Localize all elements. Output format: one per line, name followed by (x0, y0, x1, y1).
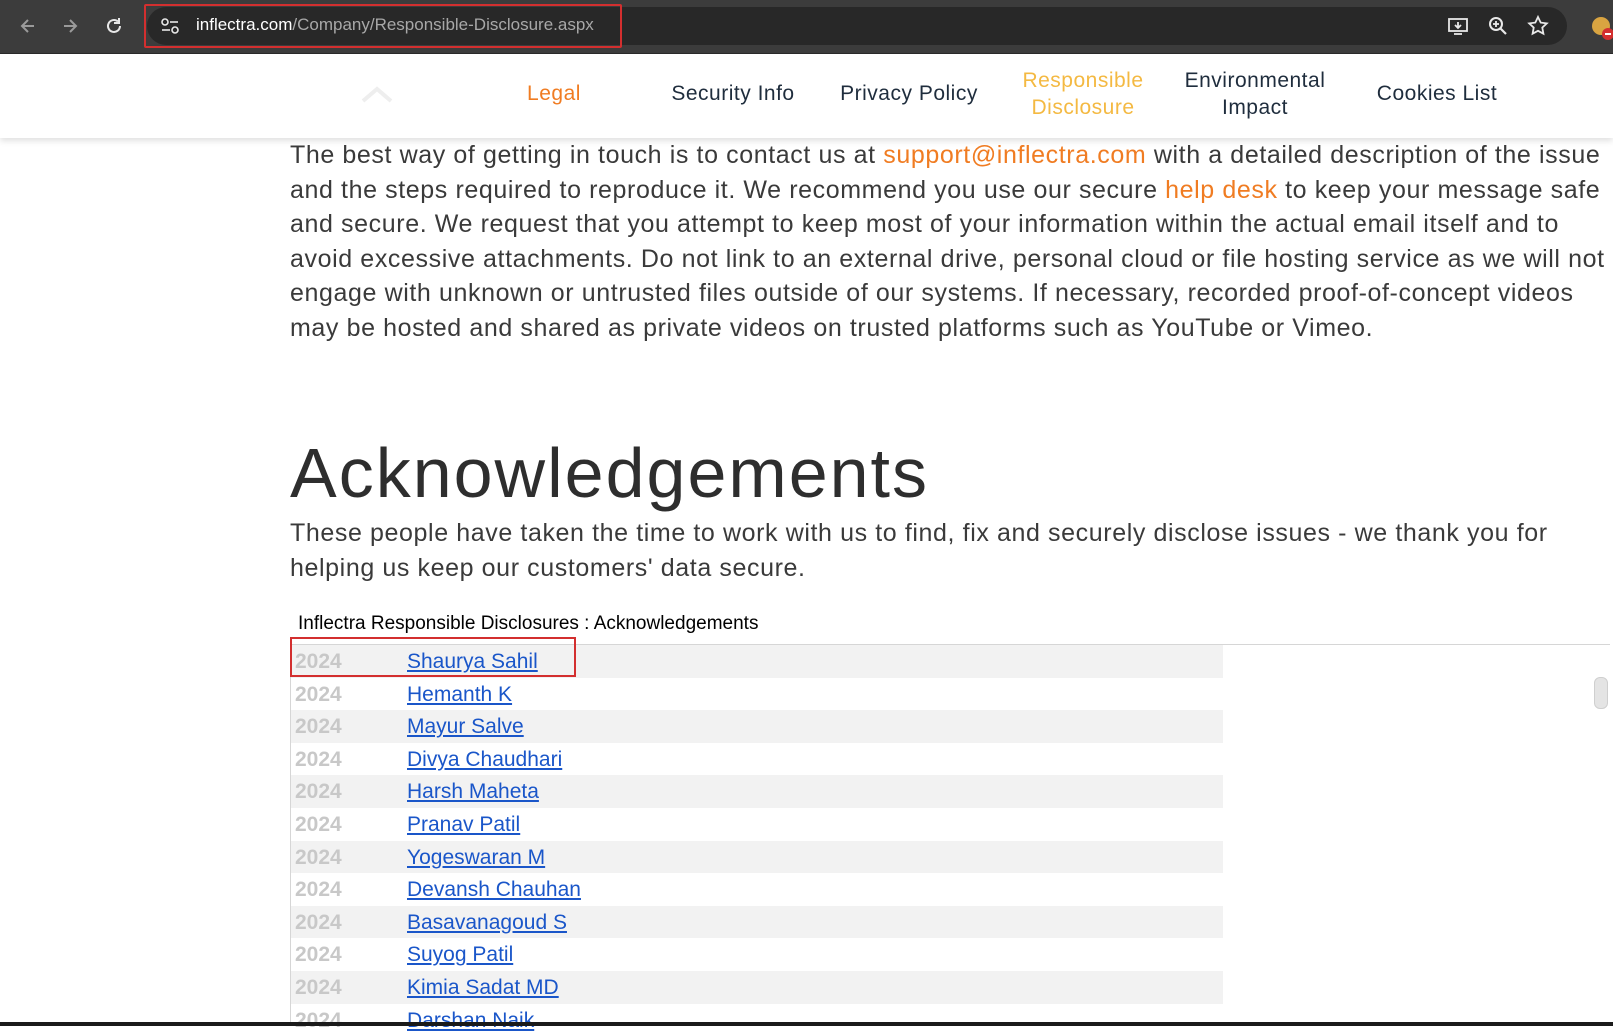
table-row: 2024 Pranav Patil (291, 808, 1223, 841)
forward-button[interactable] (54, 10, 86, 42)
table-row: 2024 Yogeswaran M (291, 840, 1223, 874)
row-name-link[interactable]: Yogeswaran M (407, 846, 545, 870)
row-year: 2024 (295, 682, 342, 706)
row-name-link[interactable]: Hemanth K (407, 683, 512, 707)
extension-icon[interactable] (1590, 14, 1613, 40)
table-row: 2024 Suyog Patil (291, 938, 1223, 971)
row-year: 2024 (295, 780, 342, 804)
nav-responsible-disclosure[interactable]: Responsible Disclosure (1013, 67, 1153, 121)
row-year: 2024 (295, 812, 342, 836)
reload-button[interactable] (98, 10, 130, 42)
table-row: 2024 Divya Chaudhari (291, 743, 1223, 776)
row-year: 2024 (295, 845, 342, 869)
row-name-link[interactable]: Basavanagoud S (407, 911, 567, 935)
row-year: 2024 (295, 975, 342, 999)
nav-legal[interactable]: Legal (498, 80, 610, 107)
contact-paragraph: The best way of getting in touch is to c… (290, 138, 1610, 345)
row-name-link[interactable]: Suyog Patil (407, 943, 513, 967)
nav-cookies-list[interactable]: Cookies List (1362, 80, 1512, 107)
back-arrow-icon (20, 19, 34, 33)
row-year: 2024 (295, 943, 342, 967)
zoom-icon[interactable] (1486, 14, 1510, 38)
scrollbar-thumb[interactable] (1594, 677, 1608, 709)
help-desk-link[interactable]: help desk (1165, 176, 1277, 204)
reload-icon (107, 18, 121, 33)
row-name-link[interactable]: Kimia Sadat MD (407, 976, 559, 1000)
table-row: 2024 Darshan Naik (291, 1004, 1223, 1036)
site-nav-bar: Legal Security Info Privacy Policy Respo… (0, 54, 1613, 138)
table-row: 2024 Basavanagoud S (291, 905, 1223, 939)
scroll-up-chevron-icon[interactable] (360, 84, 394, 104)
table-row: 2024 Hemanth K (291, 678, 1223, 711)
row-name-link[interactable]: Devansh Chauhan (407, 878, 581, 902)
row-year: 2024 (295, 910, 342, 934)
back-button[interactable] (12, 10, 44, 42)
row-year: 2024 (295, 1008, 342, 1032)
row-year: 2024 (295, 878, 342, 902)
row-year: 2024 (295, 715, 342, 739)
table-row: 2024 Kimia Sadat MD (291, 970, 1223, 1004)
contact-text-1: The best way of getting in touch is to c… (290, 141, 884, 169)
row-name-link[interactable]: Pranav Patil (407, 813, 520, 837)
forward-arrow-icon (64, 19, 78, 33)
row-name-link[interactable]: Harsh Maheta (407, 780, 539, 804)
acknowledgements-table: 2024 Shaurya Sahil 2024 Hemanth K 2024 M… (291, 645, 1223, 1036)
url-highlight-box (144, 4, 622, 48)
table-row: 2024 Harsh Maheta (291, 775, 1223, 808)
bottom-edge (0, 1022, 1613, 1026)
install-app-icon[interactable] (1446, 14, 1470, 38)
table-row: 2024 Devansh Chauhan (291, 873, 1223, 906)
acknowledgements-table-title: Inflectra Responsible Disclosures : Ackn… (298, 613, 759, 634)
row-name-link[interactable]: Darshan Naik (407, 1009, 534, 1033)
row-name-link[interactable]: Mayur Salve (407, 715, 524, 739)
bookmark-star-icon[interactable] (1526, 14, 1550, 38)
nav-environmental-impact[interactable]: Environmental Impact (1175, 67, 1335, 121)
nav-security-info[interactable]: Security Info (660, 80, 806, 107)
row-name-link[interactable]: Divya Chaudhari (407, 748, 562, 772)
nav-privacy-policy[interactable]: Privacy Policy (832, 80, 986, 107)
acknowledgements-intro: These people have taken the time to work… (290, 519, 1548, 582)
browser-toolbar: inflectra.com/Company/Responsible-Disclo… (0, 0, 1613, 54)
support-email-link[interactable]: support@inflectra.com (883, 141, 1146, 169)
row-year: 2024 (295, 747, 342, 771)
table-row: 2024 Mayur Salve (291, 710, 1223, 743)
acknowledgements-heading: Acknowledgements (290, 434, 929, 512)
first-row-highlight-box (290, 637, 576, 677)
